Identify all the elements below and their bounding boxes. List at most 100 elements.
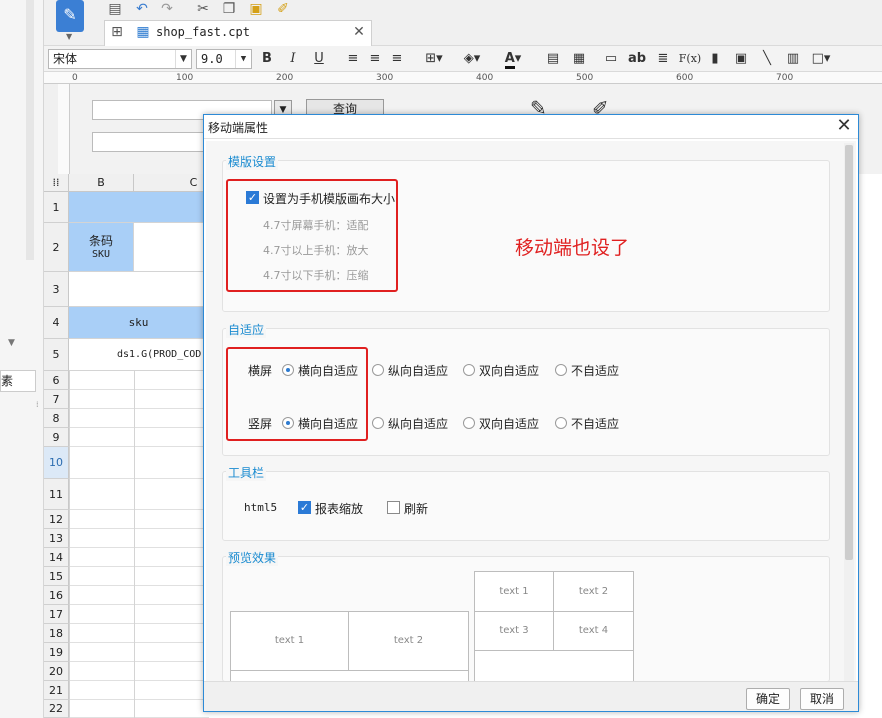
chevron-down-icon: ▼	[175, 50, 191, 68]
merged-header-cell[interactable]	[69, 192, 209, 223]
font-size-select[interactable]: 9.0 ▼	[196, 49, 252, 69]
refresh-checkbox[interactable]	[387, 501, 400, 514]
text-button[interactable]: ab	[626, 49, 648, 69]
landscape-horizontal-radio[interactable]	[282, 364, 294, 376]
mobile-template-checkbox[interactable]: ✓	[246, 191, 259, 204]
close-tab-icon[interactable]: ✕	[350, 23, 368, 41]
template-section-title: 模版设置	[226, 153, 279, 170]
collapse-arrow-icon[interactable]: ▼	[8, 338, 20, 348]
portrait-none-radio[interactable]	[555, 417, 567, 429]
grid-line	[69, 446, 209, 447]
row-header[interactable]: 7	[44, 390, 69, 409]
row-header[interactable]: 9	[44, 428, 69, 447]
paste-icon[interactable]: ▣	[247, 0, 265, 18]
row-header[interactable]: 2	[44, 223, 69, 272]
row-header[interactable]: 12	[44, 510, 69, 529]
row-header[interactable]: 15	[44, 567, 69, 586]
paragraph-icon[interactable]: ≣	[654, 49, 672, 69]
undo-icon[interactable]: ↶	[133, 0, 151, 18]
template-dropdown-icon[interactable]: ▼	[66, 32, 72, 41]
font-color-button[interactable]: A▾	[498, 49, 528, 69]
table-cell[interactable]	[69, 272, 209, 307]
image-icon[interactable]: ▣	[732, 49, 750, 69]
barcode-cell[interactable]: 条码 SKU	[69, 223, 134, 272]
bold-button[interactable]: B	[258, 49, 276, 69]
row-header[interactable]: 4	[44, 307, 69, 339]
row-header[interactable]: 3	[44, 272, 69, 307]
dialog-scrollbar-thumb[interactable]	[845, 145, 853, 560]
dialog-title: 移动端属性	[208, 121, 269, 135]
grid-icon[interactable]: ⊞	[108, 23, 126, 41]
portrait-both-radio[interactable]	[463, 417, 475, 429]
left-panel-tab[interactable]: 素	[0, 370, 36, 392]
preview-cell: text 1	[230, 611, 349, 671]
template-icon[interactable]: ✎	[56, 0, 84, 32]
radio-label: 纵向自适应	[388, 364, 449, 378]
landscape-none-radio[interactable]	[555, 364, 567, 376]
font-name-select[interactable]: 宋体 ▼	[48, 49, 192, 69]
subreport-icon[interactable]: ▥	[784, 49, 802, 69]
sku-header-cell[interactable]: sku	[69, 307, 209, 339]
fill-color-icon[interactable]: ◈▾	[458, 49, 486, 69]
preview-section-title: 预览效果	[226, 549, 279, 566]
row-header[interactable]: 6	[44, 371, 69, 390]
insert-row-icon[interactable]: ▭	[602, 49, 620, 69]
table-cell[interactable]	[134, 223, 209, 272]
cancel-button[interactable]: 取消	[800, 688, 844, 710]
row-header[interactable]: 22	[44, 700, 69, 718]
select-all-corner[interactable]: ⁞⁞	[44, 174, 69, 192]
landscape-vertical-radio[interactable]	[372, 364, 384, 376]
parameter-field[interactable]	[92, 132, 212, 152]
align-right-icon[interactable]: ≡	[388, 49, 406, 69]
landscape-both-radio[interactable]	[463, 364, 475, 376]
ruler-tick: 500	[576, 73, 594, 83]
grid-line	[69, 389, 209, 390]
italic-button[interactable]: I	[284, 49, 302, 69]
save-icon[interactable]: ▤	[106, 0, 124, 18]
formula-button[interactable]: F(x)	[678, 49, 702, 69]
left-panel-scrollbar[interactable]	[26, 0, 34, 260]
slash-icon[interactable]: ╲	[758, 49, 776, 69]
row-header[interactable]: 1	[44, 192, 69, 223]
report-file-icon: ▦	[136, 24, 150, 40]
format-painter-icon[interactable]: ✐	[274, 0, 292, 18]
file-tab-name: shop_fast.cpt	[156, 25, 250, 39]
grid-line	[134, 371, 135, 718]
splitter-grip-icon[interactable]: ⁞	[36, 400, 40, 410]
formula-cell[interactable]: ds1.G(PROD_COD	[69, 339, 209, 371]
chart-icon[interactable]: ▮	[706, 49, 724, 69]
align-center-icon[interactable]: ≡	[366, 49, 384, 69]
redo-icon[interactable]: ↷	[158, 0, 176, 18]
underline-button[interactable]: U	[310, 49, 328, 69]
copy-icon[interactable]: ❐	[220, 0, 238, 18]
row-header[interactable]: 17	[44, 605, 69, 624]
report-zoom-checkbox[interactable]: ✓	[298, 501, 311, 514]
border-icon[interactable]: ⊞▾	[420, 49, 448, 69]
ok-button[interactable]: 确定	[746, 688, 790, 710]
row-header[interactable]: 5	[44, 339, 69, 371]
row-header[interactable]: 8	[44, 409, 69, 428]
radio-label: 不自适应	[571, 417, 620, 431]
column-header[interactable]: B	[69, 174, 134, 192]
row-header[interactable]: 14	[44, 548, 69, 567]
toolbar-section-title: 工具栏	[226, 464, 267, 481]
row-header[interactable]: 19	[44, 643, 69, 662]
row-header[interactable]: 10	[44, 447, 69, 479]
portrait-vertical-radio[interactable]	[372, 417, 384, 429]
row-header[interactable]: 21	[44, 681, 69, 700]
cell-element-icon[interactable]: □▾	[808, 49, 834, 69]
split-cells-icon[interactable]: ▦	[570, 49, 588, 69]
portrait-horizontal-radio[interactable]	[282, 417, 294, 429]
align-left-icon[interactable]: ≡	[344, 49, 362, 69]
row-header[interactable]: 16	[44, 586, 69, 605]
row-header[interactable]: 11	[44, 479, 69, 510]
preview-cell	[474, 650, 634, 682]
row-header[interactable]: 20	[44, 662, 69, 681]
row-header[interactable]: 13	[44, 529, 69, 548]
cut-icon[interactable]: ✂	[194, 0, 212, 18]
row-header[interactable]: 18	[44, 624, 69, 643]
dialog-titlebar[interactable]	[204, 115, 858, 139]
close-icon[interactable]: ✕	[834, 116, 854, 136]
preview-cell: text 2	[553, 571, 634, 612]
merge-cells-icon[interactable]: ▤	[544, 49, 562, 69]
